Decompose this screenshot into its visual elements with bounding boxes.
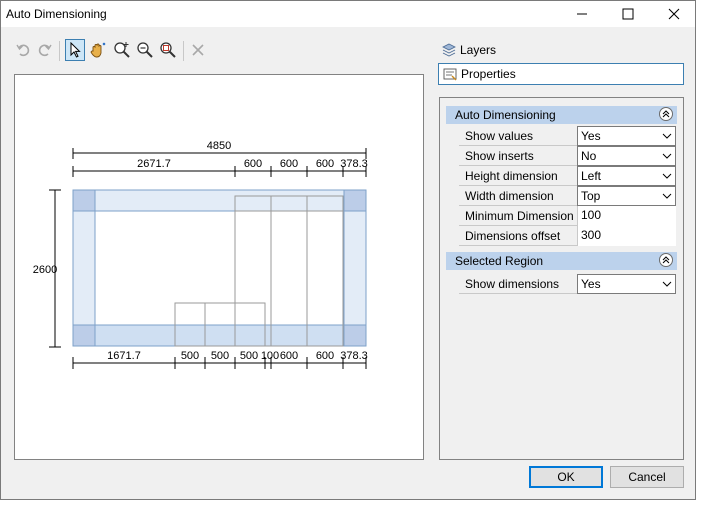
wall-elevation [72, 189, 367, 347]
bottom-segment-label: 500 [240, 350, 258, 362]
dimensions-offset-field[interactable]: 300 [577, 226, 676, 246]
collapse-icon[interactable] [659, 107, 673, 121]
cancel-button[interactable]: Cancel [610, 466, 684, 488]
pan-hand-icon [90, 42, 106, 58]
maximize-icon [622, 8, 634, 20]
show-dimensions-dropdown[interactable]: Yes [577, 274, 676, 294]
overall-width-label: 4850 [207, 140, 231, 152]
delete-icon [192, 44, 204, 56]
dimensions-offset-value: 300 [581, 228, 602, 242]
minimum-dimension-field[interactable]: 100 [577, 206, 676, 226]
chevron-down-icon [662, 193, 672, 199]
chevron-down-icon [662, 173, 672, 179]
width-dimension-value: Top [581, 189, 601, 203]
show-values-value: Yes [581, 129, 601, 143]
properties-icon [443, 67, 457, 81]
prop-show-dimensions: Show dimensions Yes [459, 274, 676, 294]
prop-dimensions-offset: Dimensions offset 300 [459, 226, 676, 246]
toolbar-separator [183, 41, 184, 61]
redo-button[interactable] [35, 39, 55, 61]
prop-show-values: Show values Yes [459, 126, 676, 146]
zoom-out-icon [137, 42, 153, 58]
minimize-icon [577, 13, 587, 15]
layers-icon [442, 43, 456, 57]
bottom-segment-label: 600 [316, 350, 334, 362]
minimize-button[interactable] [559, 1, 605, 27]
tab-layers[interactable]: Layers [438, 39, 684, 61]
undo-button[interactable] [13, 39, 33, 61]
show-inserts-dropdown[interactable]: No [577, 146, 676, 166]
prop-height-dimension: Height dimension Left [459, 166, 676, 186]
window-title: Auto Dimensioning [6, 7, 107, 21]
prop-show-dimensions-label: Show dimensions [465, 277, 560, 291]
auto-dimensioning-dialog: Auto Dimensioning 4850 2671.7 600 600 60… [0, 0, 696, 500]
chevron-down-icon [662, 133, 672, 139]
prop-height-dimension-label: Height dimension [465, 169, 558, 183]
show-values-dropdown[interactable]: Yes [577, 126, 676, 146]
chevron-down-icon [662, 281, 672, 287]
toolbar-separator [59, 41, 60, 61]
tab-properties[interactable]: Properties [438, 63, 684, 85]
bottom-segment-label: 100 [261, 350, 279, 362]
minimum-dimension-value: 100 [581, 208, 602, 222]
zoom-in-icon [114, 42, 130, 58]
drawing-toolbar [13, 39, 213, 63]
height-label: 2600 [33, 264, 57, 276]
bottom-segment-label: 378.3 [340, 350, 368, 362]
category-auto-dimensioning[interactable]: Auto Dimensioning [446, 106, 677, 124]
category-selected-region[interactable]: Selected Region [446, 252, 677, 270]
pan-button[interactable] [88, 39, 108, 61]
chevron-down-icon [662, 153, 672, 159]
maximize-button[interactable] [605, 1, 651, 27]
zoom-extents-icon [160, 42, 176, 58]
ok-button[interactable]: OK [529, 466, 603, 488]
prop-show-inserts: Show inserts No [459, 146, 676, 166]
category-selected-region-label: Selected Region [455, 254, 544, 268]
property-grid: Auto Dimensioning Show values Yes Show i… [439, 97, 684, 460]
bottom-segment-label: 500 [211, 350, 229, 362]
prop-minimum-dimension: Minimum Dimension 100 [459, 206, 676, 226]
height-dimension-dropdown[interactable]: Left [577, 166, 676, 186]
show-inserts-value: No [581, 149, 597, 163]
prop-width-dimension: Width dimension Top [459, 186, 676, 206]
select-pointer-button[interactable] [65, 39, 85, 61]
top-segment-label: 600 [244, 158, 262, 170]
undo-icon [16, 44, 30, 57]
title-bar: Auto Dimensioning [1, 1, 695, 27]
top-segment-label: 600 [316, 158, 334, 170]
prop-minimum-dimension-label: Minimum Dimension [465, 209, 574, 223]
prop-dimensions-offset-label: Dimensions offset [465, 229, 561, 243]
top-segment-label: 2671.7 [137, 158, 171, 170]
zoom-extents-button[interactable] [158, 39, 178, 61]
show-dimensions-value: Yes [581, 277, 601, 291]
zoom-out-button[interactable] [135, 39, 155, 61]
category-auto-dimensioning-label: Auto Dimensioning [455, 108, 556, 122]
height-dimension-value: Left [581, 169, 602, 183]
delete-button[interactable] [188, 39, 208, 61]
bottom-segment-label: 1671.7 [107, 350, 141, 362]
drawing-canvas[interactable]: 4850 2671.7 600 600 600 378.3 2600 1671.… [14, 74, 424, 460]
prop-show-inserts-label: Show inserts [465, 149, 534, 163]
top-segment-label: 600 [280, 158, 298, 170]
tab-properties-label: Properties [461, 67, 516, 81]
prop-show-values-label: Show values [465, 129, 534, 143]
close-button[interactable] [651, 1, 697, 27]
redo-icon [38, 44, 52, 57]
tab-layers-label: Layers [460, 43, 497, 57]
top-segment-label: 378.3 [340, 158, 368, 170]
collapse-icon[interactable] [659, 253, 673, 267]
close-icon [668, 8, 680, 20]
bottom-segment-label: 600 [280, 350, 298, 362]
select-pointer-icon [70, 42, 81, 58]
prop-width-dimension-label: Width dimension [465, 189, 554, 203]
width-dimension-dropdown[interactable]: Top [577, 186, 676, 206]
bottom-segment-label: 500 [181, 350, 199, 362]
dimension-drawing: 4850 2671.7 600 600 600 378.3 2600 1671.… [33, 140, 368, 369]
zoom-in-button[interactable] [112, 39, 132, 61]
